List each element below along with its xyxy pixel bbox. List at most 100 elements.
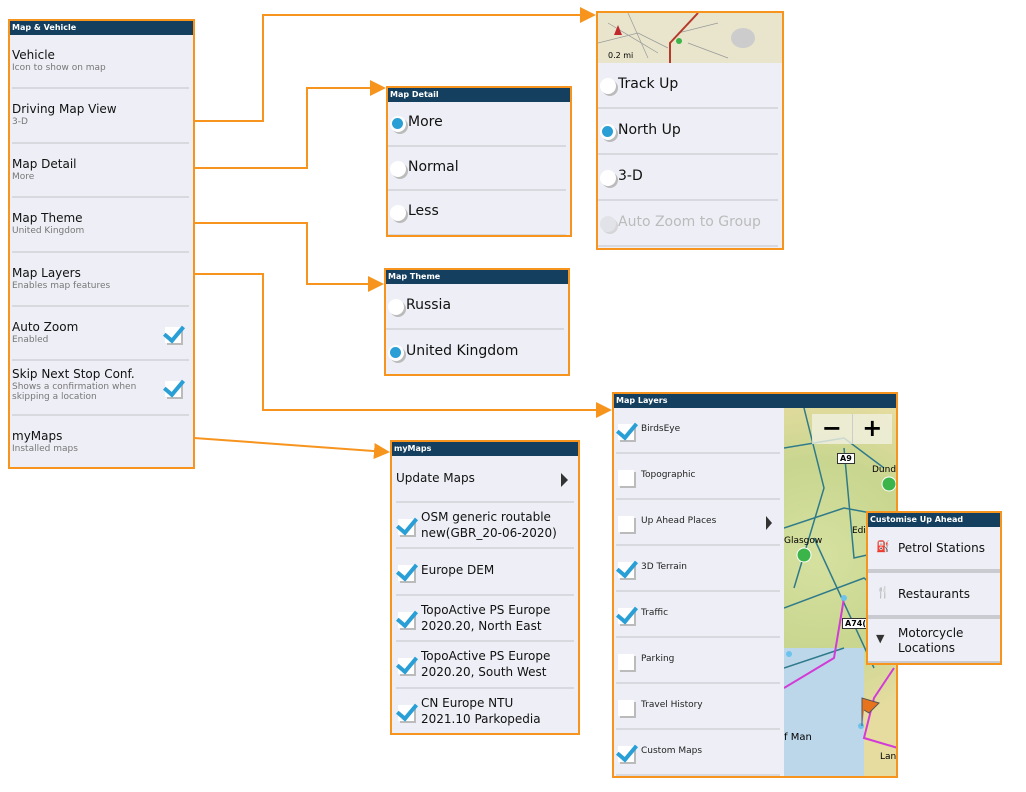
option-label: North Up: [618, 122, 681, 138]
installed-map-item[interactable]: Europe DEM: [396, 549, 574, 596]
installed-map-item[interactable]: TopoActive PS Europe 2020.20, South West: [396, 642, 574, 689]
menu-item[interactable]: Map Theme United Kingdom: [12, 198, 189, 253]
menu-item-subtitle: More: [12, 171, 35, 182]
checkbox[interactable]: [618, 608, 634, 624]
menu-item-label: Map Theme: [12, 211, 83, 226]
radio-option[interactable]: Less: [388, 191, 566, 235]
map-name: Europe DEM: [421, 563, 495, 578]
option-label: Auto Zoom to Group: [618, 214, 761, 230]
chevron-right-icon: [561, 473, 568, 487]
menu-item[interactable]: Map Detail More: [12, 144, 189, 199]
radio-button[interactable]: [390, 205, 406, 222]
radio-button[interactable]: [388, 299, 404, 315]
menu-item-label: Driving Map View: [12, 102, 117, 117]
map-detail-panel: Map Detail More Normal Less: [386, 86, 572, 237]
panel-title: Map & Vehicle: [10, 21, 193, 35]
menu-item[interactable]: Driving Map View 3-D: [12, 89, 189, 144]
panel-title: Customise Up Ahead: [868, 513, 1000, 527]
fork-knife-icon: 🍴: [876, 586, 890, 599]
menu-item[interactable]: Vehicle Icon to show on map: [12, 35, 189, 90]
menu-item[interactable]: Skip Next Stop Conf. Shows a confirmation…: [12, 361, 189, 416]
radio-button[interactable]: [390, 160, 406, 177]
road-label-a74: A74(: [842, 618, 869, 629]
compass-icon[interactable]: [614, 25, 622, 35]
radio-button[interactable]: [600, 78, 616, 94]
installed-map-item[interactable]: TopoActive PS Europe 2020.20, North East: [396, 596, 574, 643]
radio-option[interactable]: North Up: [598, 109, 778, 155]
checkbox[interactable]: [398, 565, 414, 582]
radio-option[interactable]: United Kingdom: [386, 330, 564, 374]
layer-item[interactable]: Travel History: [616, 684, 780, 730]
layer-item[interactable]: Up Ahead Places: [616, 500, 780, 546]
radio-button[interactable]: [388, 345, 404, 361]
layer-label: Travel History: [641, 700, 703, 710]
menu-item[interactable]: Map Layers Enables map features: [12, 253, 189, 307]
city-dundee: Dunde: [872, 465, 897, 475]
layer-item[interactable]: Custom Maps: [616, 730, 780, 776]
checkbox[interactable]: [398, 519, 414, 535]
menu-item-label: Map Layers: [12, 265, 81, 280]
arrow-mymaps: [193, 437, 390, 459]
checkbox[interactable]: [398, 611, 414, 628]
update-maps-button[interactable]: Update Maps: [396, 456, 574, 503]
checkbox[interactable]: [618, 654, 634, 670]
map-preview: 0.2 mi: [598, 13, 782, 63]
layer-label: Topographic: [641, 470, 696, 480]
layer-item[interactable]: 3D Terrain: [616, 546, 780, 592]
radio-button[interactable]: [600, 124, 616, 140]
radio-option: Auto Zoom to Group: [598, 201, 778, 247]
layer-label: Custom Maps: [641, 746, 703, 756]
radio-button[interactable]: [600, 170, 616, 186]
menu-item-label: Auto Zoom: [12, 319, 79, 334]
map-version: new(GBR_20-06-2020): [421, 526, 557, 540]
chevron-right-icon[interactable]: [766, 516, 772, 530]
menu-item-subtitle: Enables map features: [12, 280, 111, 291]
menu-item-label: Vehicle: [12, 48, 55, 62]
city-lancaster: Lan: [880, 752, 897, 762]
checkbox[interactable]: [165, 326, 181, 343]
radio-option[interactable]: Normal: [388, 147, 566, 191]
panel-title: Map Layers: [614, 394, 896, 408]
checkbox[interactable]: [618, 424, 634, 440]
installed-map-item[interactable]: CN Europe NTU 2021.10 Parkopedia: [396, 689, 574, 733]
checkbox[interactable]: [618, 470, 634, 486]
checkbox[interactable]: [618, 562, 634, 578]
option-label: Less: [408, 203, 439, 220]
menu-item-label: Skip Next Stop Conf.: [12, 367, 135, 382]
map-version: 2021.10 Parkopedia: [421, 711, 541, 726]
panel-title: Map Detail: [388, 88, 570, 102]
option-label: Track Up: [618, 76, 679, 92]
radio-option[interactable]: 3-D: [598, 155, 778, 201]
checkbox[interactable]: [398, 658, 414, 675]
menu-item[interactable]: myMaps Installed maps: [12, 416, 189, 467]
radio-option[interactable]: More: [388, 102, 566, 147]
radio-option[interactable]: Track Up: [598, 63, 778, 109]
up-ahead-item[interactable]: ⛽ Petrol Stations: [868, 527, 1000, 573]
zoom-controls: − +: [812, 414, 892, 444]
up-ahead-item[interactable]: 🍴 Restaurants: [868, 573, 1000, 619]
checkbox[interactable]: [618, 516, 634, 532]
up-ahead-panel: Customise Up Ahead ⛽ Petrol Stations 🍴 Rest…: [866, 511, 1002, 665]
installed-map-item[interactable]: OSM generic routable new(GBR_20-06-2020): [396, 503, 574, 550]
panel-title: Map Theme: [386, 270, 568, 284]
zoom-out-button[interactable]: −: [812, 414, 853, 444]
layer-item[interactable]: BirdsEye: [616, 408, 780, 454]
radio-button[interactable]: [390, 116, 406, 133]
checkbox[interactable]: [165, 381, 181, 398]
map-layers-panel: Map Layers BirdsEye Topographic Up Ahead P…: [612, 392, 898, 778]
radio-option[interactable]: Russia: [386, 284, 564, 330]
layer-label: BirdsEye: [641, 424, 681, 434]
motorcycle-pin-icon: ▼: [876, 632, 885, 645]
menu-item[interactable]: Auto Zoom Enabled: [12, 307, 189, 362]
item-label: Restaurants: [898, 587, 970, 601]
menu-item-subtitle: United Kingdom: [12, 226, 85, 237]
layer-item[interactable]: Parking: [616, 638, 780, 684]
option-label: 3-D: [618, 168, 643, 184]
checkbox[interactable]: [618, 700, 634, 716]
checkbox[interactable]: [618, 746, 634, 762]
checkbox[interactable]: [398, 704, 414, 721]
zoom-in-button[interactable]: +: [853, 414, 893, 444]
layer-item[interactable]: Topographic: [616, 454, 780, 500]
up-ahead-item[interactable]: ▼ Motorcycle Locations: [868, 619, 1000, 663]
layer-item[interactable]: Traffic: [616, 592, 780, 638]
